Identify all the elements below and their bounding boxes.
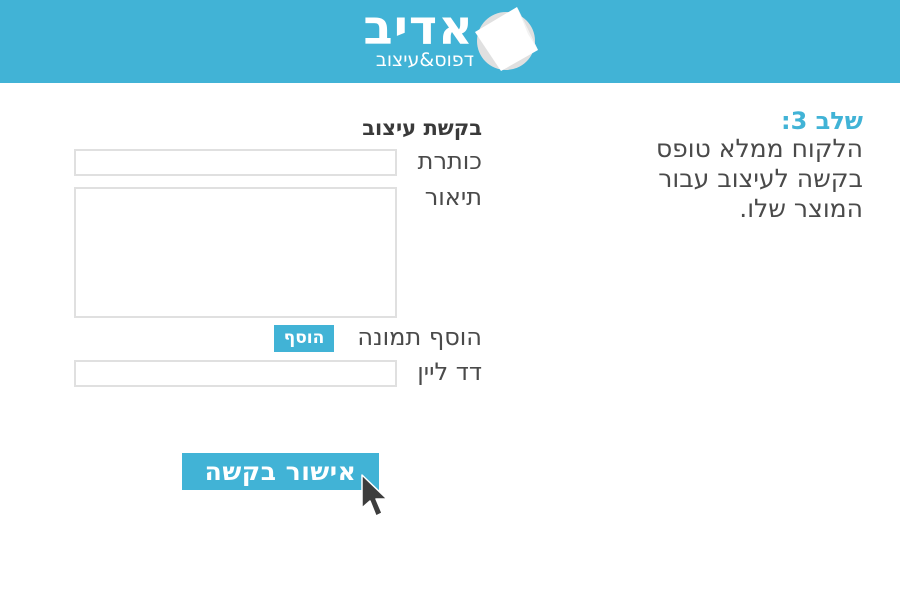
form-title: בקשת עיצוב <box>362 116 482 140</box>
step-title: שלב 3: <box>780 107 863 135</box>
description-label: תיאור <box>424 183 482 211</box>
mouse-pointer-icon <box>361 474 388 517</box>
title-input[interactable] <box>74 149 397 176</box>
add-image-button[interactable]: הוסף <box>274 325 334 352</box>
deadline-input[interactable] <box>74 360 397 387</box>
submit-request-button[interactable]: אישור בקשה <box>182 453 379 490</box>
logo-title: אדיב <box>363 0 474 56</box>
deadline-label: דד ליין <box>417 358 482 386</box>
header-bar: אדיב דפוס&עיצוב <box>0 0 900 83</box>
step-description: הלקוח ממלא טופס בקשה לעיצוב עבור המוצר ש… <box>655 134 863 223</box>
add-image-label: הוסף תמונה <box>357 323 482 351</box>
description-textarea[interactable] <box>74 187 397 318</box>
logo-subtitle: דפוס&עיצוב <box>375 49 474 71</box>
title-label: כותרת <box>417 147 482 175</box>
folded-paper-icon <box>475 7 538 71</box>
